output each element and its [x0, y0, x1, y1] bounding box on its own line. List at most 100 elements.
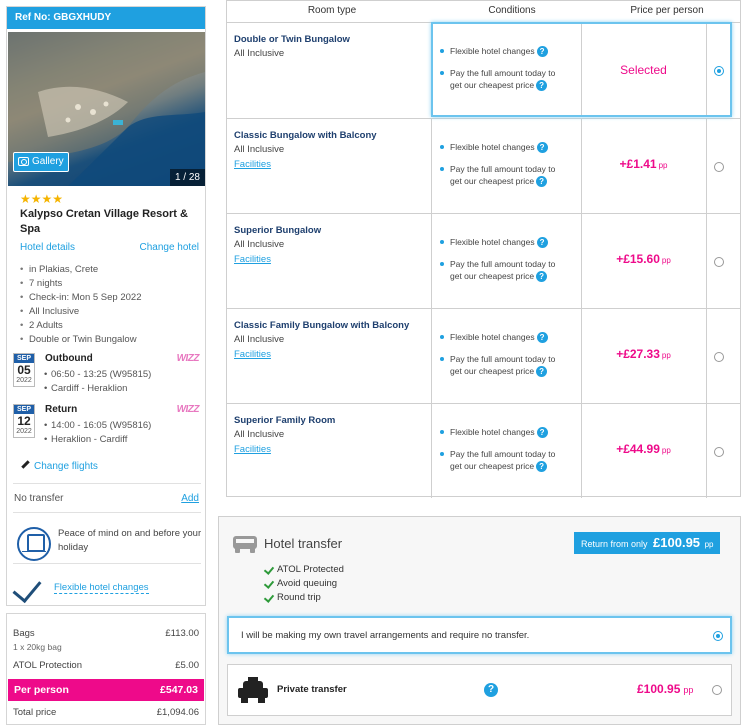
help-icon[interactable]: ? — [536, 427, 548, 439]
room-row-classic-family-balcony[interactable]: Classic Family Bungalow with Balcony All… — [227, 308, 740, 403]
transfer-price-badge: Return from only £100.95 pp — [574, 532, 721, 554]
room-name: Superior Family Room — [234, 415, 336, 426]
feature-atol: ATOL Protected — [264, 563, 344, 577]
room-price: +£15.60 pp — [581, 252, 706, 266]
private-transfer-radio[interactable] — [712, 685, 722, 695]
help-icon[interactable]: ? — [484, 683, 498, 697]
atol-row: ATOL Protection £5.00 — [13, 660, 199, 671]
gallery-label: Gallery — [32, 156, 64, 167]
price-value: +£15.60 — [616, 252, 660, 266]
total-row: Total price £1,094.06 — [13, 707, 199, 718]
change-flights-link[interactable]: Change flights — [21, 460, 98, 472]
help-icon[interactable]: ? — [536, 142, 548, 154]
room-radio[interactable] — [714, 257, 724, 267]
no-transfer-text: No transfer — [14, 493, 64, 504]
change-hotel-link[interactable]: Change hotel — [140, 242, 200, 253]
condition-pay-full: Pay the full amount today to get our chea… — [440, 448, 555, 473]
own-arrangements-radio[interactable] — [713, 631, 723, 641]
transfer-features: ATOL Protected Avoid queuing Round trip — [264, 563, 344, 605]
private-transfer-price: £100.95 pp — [637, 682, 693, 696]
help-icon[interactable]: ? — [536, 366, 548, 378]
condition-text: Flexible hotel changes — [450, 427, 535, 437]
flexible-hotel-changes-link[interactable]: Flexible hotel changes — [54, 582, 149, 594]
return-route: Heraklion - Cardiff — [44, 434, 127, 445]
return-date-calendar-icon: SEP 12 2022 — [13, 404, 35, 438]
own-arrangements-text: I will be making my own travel arrangeme… — [241, 630, 530, 641]
condition-flexible: Flexible hotel changes? — [440, 141, 548, 154]
divider — [13, 563, 201, 564]
divider — [706, 309, 707, 403]
divider — [706, 119, 707, 213]
pp-label: pp — [658, 161, 668, 170]
total-value: £1,094.06 — [156, 707, 199, 718]
peace-of-mind-text: Peace of mind on and before your holiday — [58, 528, 202, 553]
hotel-details-link[interactable]: Hotel details — [20, 242, 75, 253]
bags-detail: 1 x 20kg bag — [13, 642, 62, 652]
outbound-title: Outbound — [45, 353, 93, 364]
bags-value: £113.00 — [165, 628, 199, 639]
condition-text: Flexible hotel changes — [450, 332, 535, 342]
help-icon[interactable]: ? — [536, 176, 548, 188]
room-name: Classic Family Bungalow with Balcony — [234, 320, 410, 331]
atol-label: ATOL Protection — [13, 660, 82, 671]
change-flights-label: Change flights — [34, 461, 98, 472]
return-title: Return — [45, 404, 78, 415]
room-radio[interactable] — [714, 162, 724, 172]
room-name: Superior Bungalow — [234, 225, 322, 236]
condition-pay-full: Pay the full amount today to get our chea… — [440, 163, 555, 188]
fact-location: in Plakias, Crete — [20, 263, 141, 277]
booking-facts: in Plakias, Crete 7 nights Check-in: Mon… — [20, 263, 141, 347]
room-board: All Inclusive — [234, 48, 285, 59]
price-value: +£27.33 — [616, 347, 660, 361]
help-icon[interactable]: ? — [536, 461, 548, 473]
bags-row: Bags £113.00 — [13, 628, 199, 639]
room-radio[interactable] — [714, 447, 724, 457]
add-transfer-link[interactable]: Add — [181, 493, 199, 504]
room-row-classic-balcony[interactable]: Classic Bungalow with Balcony All Inclus… — [227, 118, 740, 213]
condition-pay-full: Pay the full amount today to get our chea… — [440, 258, 555, 283]
bags-label: Bags — [13, 628, 35, 639]
help-icon[interactable]: ? — [536, 332, 548, 344]
outbound-year: 2022 — [16, 377, 32, 384]
room-name: Classic Bungalow with Balcony — [234, 130, 377, 141]
header-room-type: Room type — [307, 5, 357, 16]
room-row-superior-bungalow[interactable]: Superior Bungalow All Inclusive Faciliti… — [227, 213, 740, 308]
private-transfer-option[interactable]: Private transfer ? £100.95 pp — [227, 664, 732, 716]
per-person-label: Per person — [14, 684, 69, 696]
price-value: +£1.41 — [619, 157, 657, 171]
ref-label: Ref No: — [15, 12, 51, 23]
outbound-month: SEP — [14, 354, 34, 363]
badge-price: £100.95 — [653, 535, 701, 550]
atol-protected-icon — [17, 527, 51, 561]
condition-text: Flexible hotel changes — [450, 237, 535, 247]
own-arrangements-option[interactable]: I will be making my own travel arrangeme… — [227, 616, 732, 654]
condition-pay-full: Pay the full amount today to get our chea… — [440, 353, 555, 378]
outbound-times: 06:50 - 13:25 (W95815) — [44, 369, 151, 380]
gallery-button[interactable]: Gallery — [13, 152, 69, 172]
room-radio[interactable] — [714, 352, 724, 362]
private-transfer-label: Private transfer — [277, 684, 347, 695]
help-icon[interactable]: ? — [536, 271, 548, 283]
facilities-link[interactable]: Facilities — [234, 349, 271, 360]
divider — [431, 404, 432, 498]
room-board: All Inclusive — [234, 239, 285, 250]
room-options-table: Room type Conditions Price per person Do… — [226, 0, 741, 498]
camera-icon — [18, 157, 29, 166]
hotel-photo[interactable]: Gallery 1 / 28 — [8, 32, 205, 186]
private-price-value: £100.95 — [637, 682, 681, 696]
condition-flexible: Flexible hotel changes? — [440, 426, 548, 439]
room-board: All Inclusive — [234, 144, 285, 155]
return-month: SEP — [14, 405, 34, 414]
per-person-row: Per person £547.03 — [8, 679, 204, 701]
facilities-link[interactable]: Facilities — [234, 444, 271, 455]
condition-text: Flexible hotel changes — [450, 142, 535, 152]
facilities-link[interactable]: Facilities — [234, 159, 271, 170]
help-icon[interactable]: ? — [536, 237, 548, 249]
star-rating: ★★★★ — [20, 192, 64, 206]
outbound-day: 05 — [17, 363, 31, 377]
hotel-transfer-panel: Hotel transfer Return from only £100.95 … — [218, 516, 741, 725]
pp-label: pp — [661, 351, 671, 360]
facilities-link[interactable]: Facilities — [234, 254, 271, 265]
room-row-superior-family[interactable]: Superior Family Room All Inclusive Facil… — [227, 403, 740, 498]
wizz-air-logo: WIZZ — [176, 404, 200, 415]
